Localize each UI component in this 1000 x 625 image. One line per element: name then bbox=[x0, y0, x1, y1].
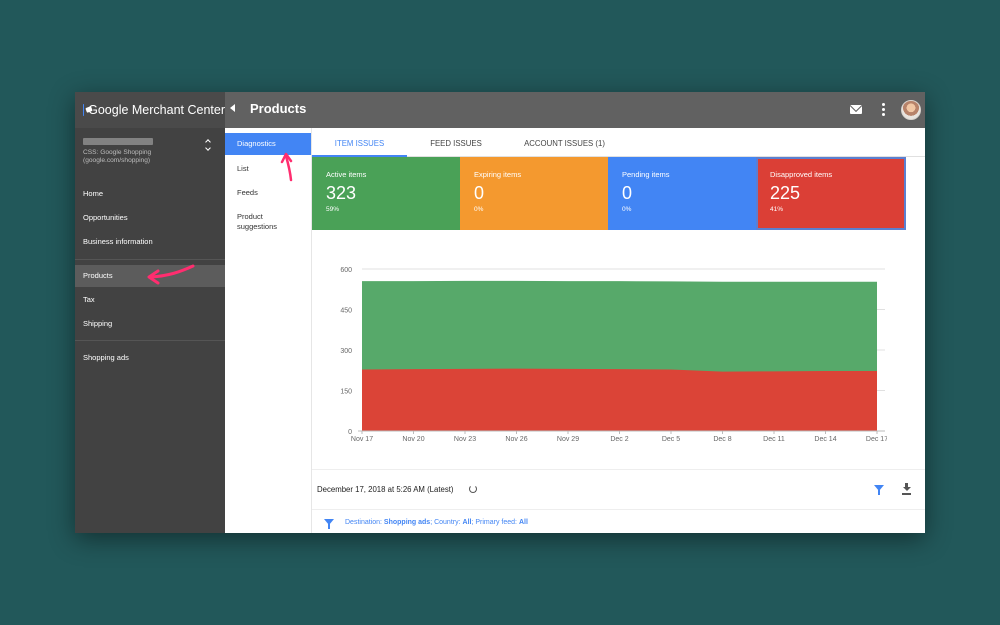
arrow-to-diagnostics bbox=[280, 152, 293, 182]
annotation-arrows bbox=[147, 152, 293, 285]
arrow-to-products bbox=[147, 264, 195, 285]
